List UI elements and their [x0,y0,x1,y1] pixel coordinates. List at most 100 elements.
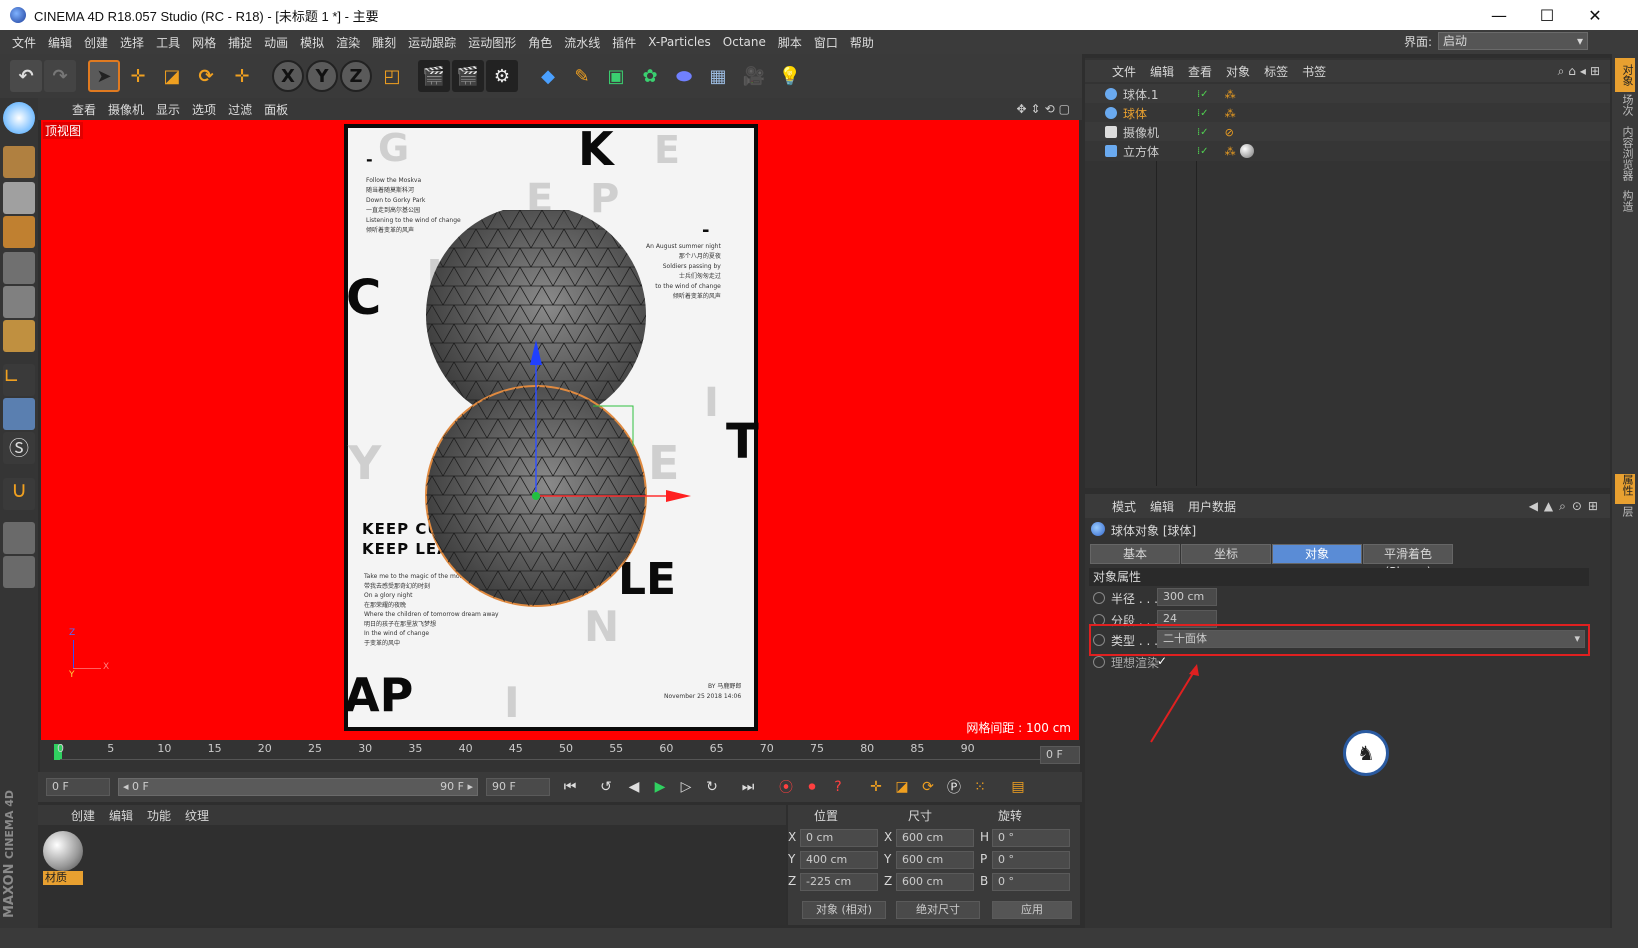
make-editable-icon[interactable] [3,102,35,134]
tab-coord[interactable]: 坐标 [1181,544,1271,564]
go-to-start-icon[interactable]: ⏮ [558,776,582,798]
texture-mode-icon[interactable] [3,182,35,214]
layout-dropdown[interactable]: 启动 ▾ [1438,32,1588,50]
play-icon[interactable]: ▶ [648,776,672,798]
menu-script[interactable]: 脚本 [772,34,808,51]
z-axis-handle[interactable] [532,492,540,500]
menu-plugins[interactable]: 插件 [606,34,642,51]
objmenu-file[interactable]: 文件 [1105,63,1143,80]
edges-mode-icon[interactable] [3,286,35,318]
menu-motion-tracking[interactable]: 运动跟踪 [402,34,462,51]
max-frame-field[interactable]: 90 F [486,778,550,796]
attrmenu-userdata[interactable]: 用户数据 [1181,498,1243,515]
visibility-toggle[interactable]: ⁞✓ [1197,108,1209,119]
menu-file[interactable]: 文件 [6,34,42,51]
snap-icon[interactable]: Ⓢ [3,432,35,464]
tag-icon[interactable]: ⁂ [1225,88,1236,101]
menu-x-particles[interactable]: X-Particles [642,35,717,49]
previous-key-icon[interactable]: ↺ [594,776,618,798]
material-menu-function[interactable]: 功能 [140,807,178,824]
magnet-icon[interactable]: ∪ [3,478,35,510]
objmenu-tools-icons[interactable]: ⌕⌂◂⊞ [1558,64,1604,79]
light-icon[interactable]: 💡 [774,60,806,92]
attrmenu-mode[interactable]: 模式 [1105,498,1143,515]
menu-tools[interactable]: 工具 [150,34,186,51]
coord-rotation-input[interactable]: 0 ° [992,829,1070,847]
coord-position-input[interactable]: 0 cm [800,829,878,847]
coord-size-input[interactable]: 600 cm [896,829,974,847]
coord-position-input[interactable]: 400 cm [800,851,878,869]
visibility-toggle[interactable]: ⁞✓ [1197,89,1209,100]
viewport-menu-display[interactable]: 显示 [150,101,186,118]
coord-size-input[interactable]: 600 cm [896,873,974,891]
select-cursor-icon[interactable]: ➤ [88,60,120,92]
record-keys-icon[interactable]: ⦿ [774,776,798,798]
previous-frame-icon[interactable]: ◀ [622,776,646,798]
side-tab-attributes[interactable]: 属性 [1615,474,1635,504]
type-animate-radio[interactable] [1093,634,1105,646]
objmenu-tags[interactable]: 标签 [1257,63,1295,80]
tab-object[interactable]: 对象 [1272,544,1362,564]
key-parameter-icon[interactable]: Ⓟ [942,776,966,798]
coord-rotation-input[interactable]: 0 ° [992,851,1070,869]
points-mode-icon[interactable] [3,252,35,284]
viewport-menu-camera[interactable]: 摄像机 [102,101,150,118]
rotate-icon[interactable]: ⟳ [190,60,222,92]
objmenu-objects[interactable]: 对象 [1219,63,1257,80]
menu-create[interactable]: 创建 [78,34,114,51]
key-rotation-icon[interactable]: ⟳ [916,776,940,798]
current-frame-field[interactable]: 0 F [46,778,110,796]
next-frame-icon[interactable]: ▷ [674,776,698,798]
recent-tool-icon[interactable]: ✛ [226,60,258,92]
menu-pipeline[interactable]: 流水线 [558,34,606,51]
minimize-button[interactable]: — [1476,0,1522,30]
coordinate-system-icon[interactable]: ◰ [376,60,408,92]
undo-icon[interactable]: ↶ [10,60,42,92]
object-row[interactable]: 球体.1 ⁞✓ ⁂ [1085,84,1610,104]
cube-primitive-icon[interactable]: ◆ [532,60,564,92]
viewport-menu-view[interactable]: 查看 [66,101,102,118]
side-tab-layers[interactable]: 层 [1615,506,1635,526]
y-axis-lock-button[interactable]: Y [306,60,338,92]
render-view-icon[interactable]: 🎬 [418,60,450,92]
material-menu-texture[interactable]: 纹理 [178,807,216,824]
objmenu-edit[interactable]: 编辑 [1143,63,1181,80]
model-mode-icon[interactable] [3,146,35,178]
key-scale-icon[interactable]: ◪ [890,776,914,798]
size-mode-dropdown[interactable]: 绝对尺寸 [896,901,980,919]
z-axis-lock-button[interactable]: Z [340,60,372,92]
menu-help[interactable]: 帮助 [844,34,880,51]
x-axis-lock-button[interactable]: X [272,60,304,92]
go-to-end-icon[interactable]: ⏭ [736,776,760,798]
camera-icon[interactable]: 🎥 [738,60,770,92]
tag-icon[interactable]: ⁂ [1225,145,1236,158]
side-tab-content-browser[interactable]: 内容浏览器 [1615,126,1635,186]
next-key-icon[interactable]: ↻ [700,776,724,798]
maximize-button[interactable]: ☐ [1524,0,1570,30]
x-axis-handle[interactable] [666,490,691,502]
side-tab-objects[interactable]: 对象 [1615,58,1635,92]
floor-icon[interactable]: ▦ [702,60,734,92]
radius-animate-radio[interactable] [1093,592,1105,604]
radius-input[interactable]: 300 cm [1157,588,1217,606]
visibility-toggle[interactable]: ⁞✓ [1197,146,1209,157]
objmenu-bookmarks[interactable]: 书签 [1295,63,1333,80]
cloner-icon[interactable]: ✿ [634,60,666,92]
visibility-toggle[interactable]: ⁞✓ [1197,127,1209,138]
key-position-icon[interactable]: ✛ [864,776,888,798]
attrmenu-edit[interactable]: 编辑 [1143,498,1181,515]
coord-position-input[interactable]: -225 cm [800,873,878,891]
material-menu-create[interactable]: 创建 [64,807,102,824]
render-settings-icon[interactable]: ⚙ [486,60,518,92]
viewport-nav-icons[interactable]: ✥⇕⟲▢ [1016,102,1074,116]
object-row[interactable]: 球体 ⁞✓ ⁂ [1085,103,1610,123]
close-button[interactable]: ✕ [1572,0,1618,30]
timeline-ruler[interactable]: 0 5 10 15 20 25 30 35 40 45 50 55 60 65 70 75 80 85 90 0 F [40,740,1080,772]
object-row[interactable]: 立方体 ⁞✓ ⁂ [1085,141,1610,161]
menu-character[interactable]: 角色 [522,34,558,51]
workplane-icon[interactable] [3,216,35,248]
tweak-mode-icon[interactable] [3,398,35,430]
type-dropdown[interactable]: 二十面体 ▾ [1157,630,1585,648]
move-icon[interactable]: ✛ [122,60,154,92]
scale-icon[interactable]: ◪ [156,60,188,92]
